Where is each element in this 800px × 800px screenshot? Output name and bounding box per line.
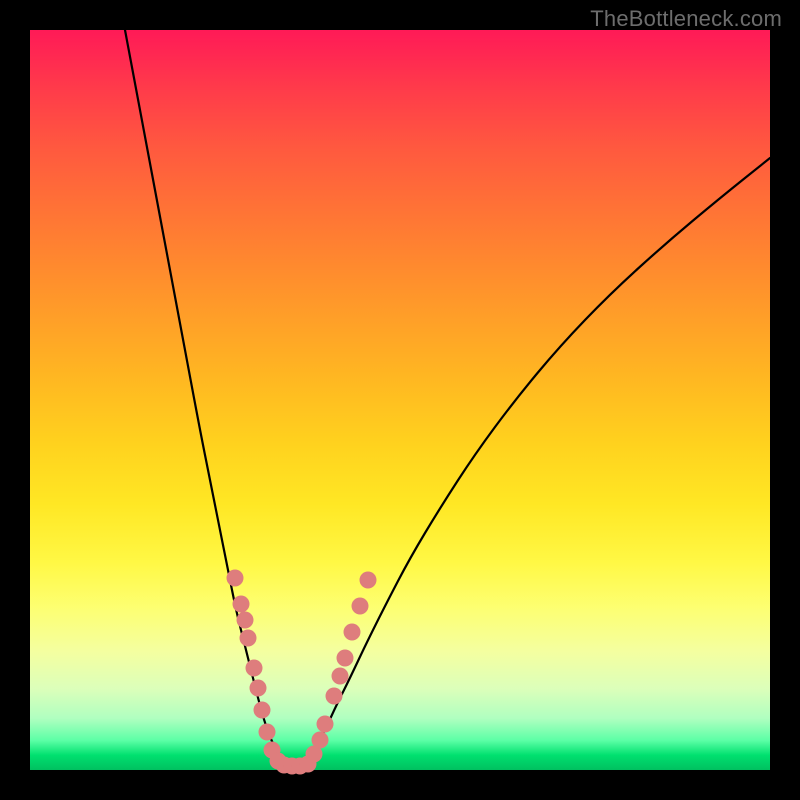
- scatter-dot: [246, 660, 263, 677]
- curve-left: [125, 30, 282, 760]
- scatter-dot: [259, 724, 276, 741]
- scatter-dot: [344, 624, 361, 641]
- curve-right: [308, 158, 770, 760]
- scatter-dot: [227, 570, 244, 587]
- scatter-dots: [227, 570, 377, 775]
- scatter-dot: [360, 572, 377, 589]
- scatter-dot: [312, 732, 329, 749]
- scatter-dot: [332, 668, 349, 685]
- watermark-text: TheBottleneck.com: [590, 6, 782, 32]
- scatter-dot: [233, 596, 250, 613]
- scatter-dot: [254, 702, 271, 719]
- scatter-dot: [237, 612, 254, 629]
- scatter-dot: [317, 716, 334, 733]
- scatter-dot: [326, 688, 343, 705]
- chart-svg: [30, 30, 770, 770]
- scatter-dot: [250, 680, 267, 697]
- scatter-dot: [337, 650, 354, 667]
- scatter-dot: [240, 630, 257, 647]
- chart-stage: TheBottleneck.com: [0, 0, 800, 800]
- plot-area: [30, 30, 770, 770]
- scatter-dot: [352, 598, 369, 615]
